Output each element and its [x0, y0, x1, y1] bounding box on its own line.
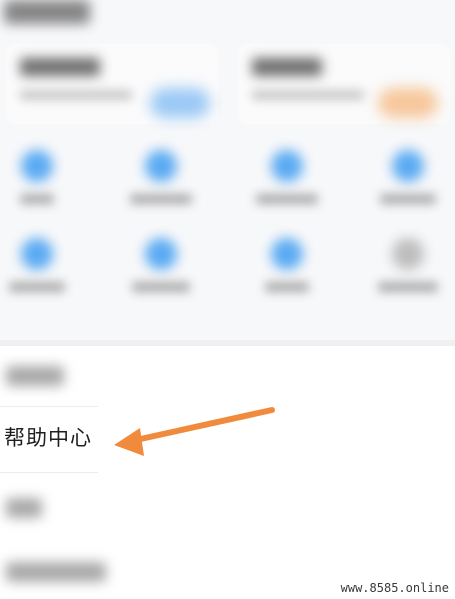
help-center-item[interactable]: 帮助中心 — [0, 406, 455, 470]
list-item-blurred[interactable] — [0, 356, 455, 396]
grid-item[interactable] — [353, 228, 455, 312]
service-icon — [145, 238, 177, 270]
grid-item[interactable] — [232, 228, 342, 312]
service-label-blurred — [132, 282, 190, 292]
service-label-blurred — [9, 282, 65, 292]
service-label-blurred — [265, 282, 309, 292]
promo-card-left[interactable] — [6, 44, 218, 124]
service-label-blurred — [256, 194, 318, 204]
grid-item[interactable] — [353, 140, 455, 224]
grid-item[interactable] — [0, 140, 92, 224]
list-item-label-blurred — [6, 562, 106, 582]
promo-title-blurred — [252, 58, 322, 76]
list-item-label-blurred — [6, 366, 64, 386]
grid-item[interactable] — [232, 140, 342, 224]
list-item-blurred[interactable] — [0, 486, 455, 526]
service-label-blurred — [380, 194, 436, 204]
service-icon — [21, 150, 53, 182]
grid-item[interactable] — [0, 228, 92, 312]
menu-list: 帮助中心 — [0, 346, 455, 599]
service-icon — [392, 238, 424, 270]
services-section — [0, 0, 455, 340]
grid-item[interactable] — [106, 228, 216, 312]
service-grid — [0, 140, 455, 330]
service-icon — [392, 150, 424, 182]
row-divider — [0, 472, 98, 473]
promo-card-right[interactable] — [238, 44, 450, 124]
watermark-text: www.8585.online — [340, 581, 449, 595]
service-label-blurred — [20, 194, 54, 204]
service-label-blurred — [130, 194, 192, 204]
promo-title-blurred — [20, 58, 100, 76]
help-center-label: 帮助中心 — [4, 426, 92, 450]
service-icon — [145, 150, 177, 182]
promo-button-blue[interactable] — [150, 88, 210, 118]
promo-subtitle-blurred — [20, 90, 132, 100]
service-icon — [21, 238, 53, 270]
section-header-blurred — [4, 0, 90, 24]
list-item-label-blurred — [6, 498, 42, 518]
service-icon — [271, 238, 303, 270]
service-label-blurred — [378, 282, 438, 292]
service-icon — [271, 150, 303, 182]
grid-item[interactable] — [106, 140, 216, 224]
promo-subtitle-blurred — [252, 90, 364, 100]
promo-button-orange[interactable] — [378, 88, 438, 118]
